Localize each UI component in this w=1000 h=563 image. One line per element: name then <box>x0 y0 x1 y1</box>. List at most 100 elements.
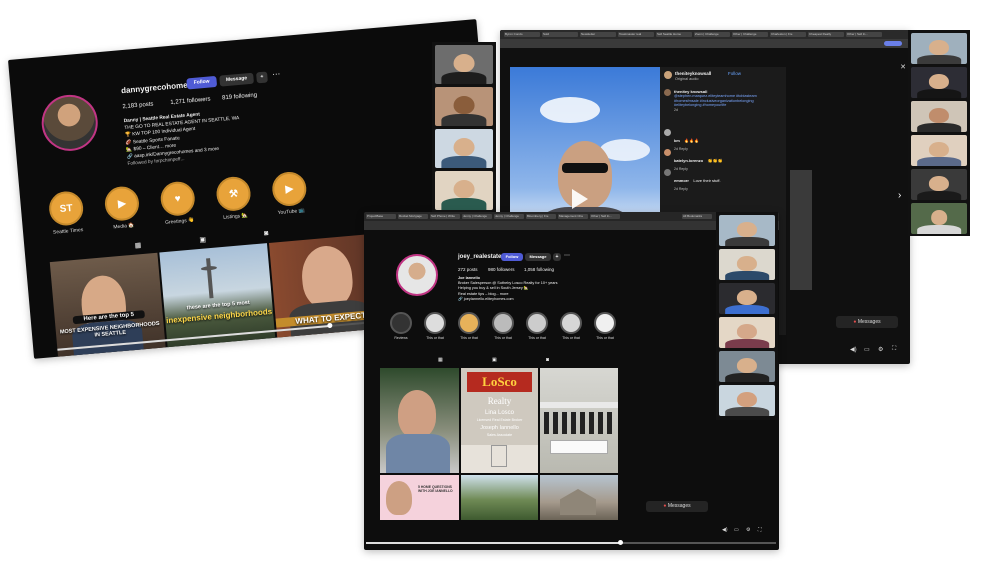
highlight-this-or-that[interactable]: This or that <box>594 312 616 340</box>
messages-pill[interactable]: ● Messages <box>646 501 708 512</box>
post-thumbnail-1[interactable] <box>380 368 459 473</box>
participant-tile[interactable] <box>911 33 967 64</box>
highlight-youtube[interactable]: ▶ YouTube 📺 <box>270 170 309 217</box>
tagged-tab-icon[interactable]: ◙ <box>546 357 549 363</box>
reel-thumbnail-1[interactable]: Here are the top 5 MOST EXPENSIVE NEIGHB… <box>49 252 166 359</box>
participant-tile[interactable] <box>719 317 775 348</box>
profile-avatar[interactable] <box>396 254 438 296</box>
participant-tile[interactable] <box>719 385 775 416</box>
highlight-this-or-that[interactable]: This or that <box>424 312 446 340</box>
follow-button[interactable]: Follow <box>501 253 523 261</box>
highlight-media[interactable]: ▶ Media 🏠 <box>103 185 142 231</box>
participant-tile[interactable] <box>435 45 493 84</box>
highlight-this-or-that[interactable]: This or that <box>492 312 514 340</box>
avatar[interactable] <box>664 71 672 79</box>
post-thumbnail-5[interactable] <box>461 475 538 520</box>
video-progress-knob[interactable] <box>618 540 624 545</box>
participant-tile[interactable] <box>719 351 775 382</box>
suggested-users-button[interactable]: + <box>553 253 561 261</box>
post-thumbnail-3[interactable] <box>540 368 618 473</box>
avatar[interactable] <box>664 149 671 156</box>
participant-tile[interactable] <box>719 249 775 280</box>
participant-tile[interactable] <box>911 169 967 200</box>
browser-tab[interactable]: Rocket Mortgage <box>398 214 428 219</box>
profile-avatar[interactable] <box>39 92 101 154</box>
browser-tab[interactable]: Newsletter <box>580 32 616 37</box>
post-username[interactable]: theniteyknowsall <box>675 71 711 76</box>
close-modal-icon[interactable]: ✕ <box>900 63 906 71</box>
reels-tab-icon[interactable]: ▣ <box>492 357 497 363</box>
browser-tab[interactable]: Byron Condo <box>504 32 540 37</box>
browser-tab[interactable]: Jenny | Challenge <box>462 214 492 219</box>
tagged-tab-icon[interactable]: ◙ <box>264 230 269 237</box>
post-thumbnail-2[interactable]: LoSco Realty Lina Losco Licensed Real Es… <box>461 368 538 473</box>
follow-link[interactable]: Follow <box>728 71 741 76</box>
browser-tab[interactable]: Bloomberg | Fre <box>526 214 556 219</box>
message-button[interactable]: Message <box>525 253 551 261</box>
highlight-reviews[interactable]: Reviews <box>390 312 412 340</box>
browser-tab[interactable]: Sell Seattle Home <box>656 32 692 37</box>
browser-tab[interactable]: Sell Phone | Write <box>430 214 460 219</box>
avatar[interactable] <box>664 169 671 176</box>
more-options-icon[interactable]: ⋯ <box>564 252 570 259</box>
audio-label[interactable]: Original audio <box>675 77 698 81</box>
browser-tab[interactable]: All Bookmarks <box>682 214 712 219</box>
avatar[interactable] <box>664 89 671 96</box>
participant-tile[interactable] <box>911 101 967 132</box>
participant-tile[interactable] <box>719 215 775 246</box>
settings-icon[interactable]: ⚙ <box>746 527 750 533</box>
browser-tab[interactable]: Management Cha <box>558 214 588 219</box>
more-options-icon[interactable]: ⋯ <box>272 69 281 79</box>
next-post-arrow-icon[interactable]: › <box>898 190 901 201</box>
fullscreen-icon[interactable]: ⛶ <box>758 527 762 533</box>
browser-tab[interactable]: Toastmaster real <box>618 32 654 37</box>
participant-tile[interactable] <box>911 203 967 234</box>
participant-tile[interactable] <box>911 135 967 166</box>
post-thumbnail-6[interactable] <box>540 475 618 520</box>
posts-grid-tab-icon[interactable]: ▦ <box>438 357 443 363</box>
browser-tab[interactable]: Other | Sell In... <box>590 214 620 219</box>
highlight-greetings[interactable]: ♥ Greetings 👋 <box>159 180 197 226</box>
volume-icon[interactable]: ◀) <box>722 527 728 533</box>
video-progress-bar[interactable] <box>366 540 776 545</box>
message-button[interactable]: Message <box>219 72 254 87</box>
post-thumbnail-4[interactable]: 5 HOME QUESTIONS WITH JOE IANNELLO <box>380 475 459 520</box>
highlight-this-or-that[interactable]: This or that <box>560 312 582 340</box>
browser-tab[interactable]: Jenny | Challenge <box>494 214 524 219</box>
highlight-listings[interactable]: ⚒ Listings 🏡 <box>215 175 253 221</box>
play-icon[interactable] <box>572 189 588 209</box>
browser-tab[interactable]: Cheapest Realty <box>808 32 844 37</box>
followers-count[interactable]: 1,271 followers <box>170 97 211 106</box>
fullscreen-icon[interactable]: ⛶ <box>892 346 896 353</box>
posts-grid-tab-icon[interactable]: ▦ <box>134 241 141 250</box>
browser-tab[interactable]: Charleston | Fre <box>770 32 806 37</box>
browser-tab[interactable]: Other | Sell In... <box>846 32 882 37</box>
participant-tile[interactable] <box>719 283 775 314</box>
participant-tile[interactable] <box>911 67 967 98</box>
following-count[interactable]: 819 following <box>222 92 257 101</box>
comment-user[interactable]: emmorr <box>674 178 689 183</box>
followers-count[interactable]: 980 followers <box>488 267 515 272</box>
highlight-this-or-that[interactable]: This or that <box>458 312 480 340</box>
settings-icon[interactable]: ⚙ <box>878 346 883 353</box>
browser-tab[interactable]: Sold <box>542 32 578 37</box>
reels-tab-icon[interactable]: ▣ <box>199 235 206 244</box>
highlight-this-or-that[interactable]: This or that <box>526 312 548 340</box>
comment-user[interactable]: km <box>674 138 680 143</box>
messages-pill[interactable]: ● Messages <box>836 316 898 328</box>
participant-tile[interactable] <box>435 129 493 168</box>
bio-link[interactable]: 🔗 joeyIannello.eliteyhomes.com <box>458 297 558 302</box>
volume-icon[interactable]: ◀) <box>850 346 857 353</box>
browser-tab[interactable]: Zoom | Challenge <box>694 32 730 37</box>
following-count[interactable]: 1,058 following <box>524 267 554 272</box>
browser-tab[interactable]: ProjectBase <box>366 214 396 219</box>
captions-icon[interactable]: ▭ <box>734 527 739 533</box>
captions-icon[interactable]: ▭ <box>864 346 870 353</box>
suggested-users-button[interactable]: + <box>256 71 268 84</box>
highlight-seattle-times[interactable]: ST Seattle Times <box>47 190 86 236</box>
comment-user[interactable]: katelyn.lorenzo <box>674 158 703 163</box>
participant-tile[interactable] <box>435 171 493 210</box>
avatar[interactable] <box>664 129 671 136</box>
follow-button[interactable]: Follow <box>186 75 218 90</box>
browser-tab[interactable]: Other | Challenge <box>732 32 768 37</box>
